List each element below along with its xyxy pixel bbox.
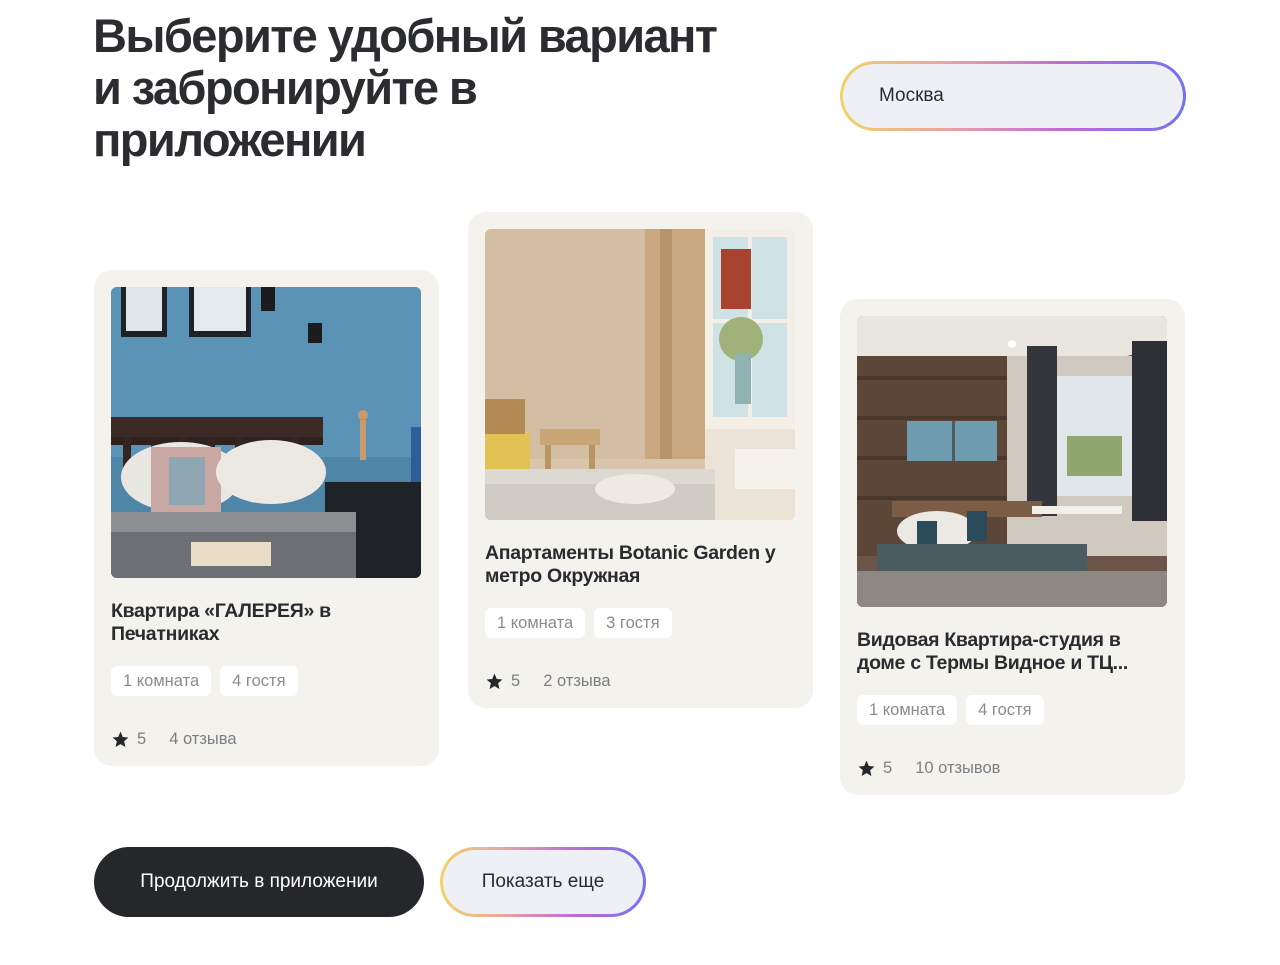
listing-card[interactable]: Апартаменты Botanic Garden у метро Окруж… <box>468 212 813 708</box>
rating-score: 5 <box>883 759 893 777</box>
city-selector-value: Москва <box>879 85 944 106</box>
listing-rating: 5 10 отзывов <box>857 759 1000 778</box>
listing-rating: 5 4 отзыва <box>111 730 237 749</box>
star-icon <box>486 673 503 690</box>
reviews-count[interactable]: 2 отзыва <box>543 672 610 691</box>
listing-title[interactable]: Квартира «ГАЛЕРЕЯ» в Печатниках <box>111 600 426 646</box>
star-icon <box>858 760 875 777</box>
star-icon <box>112 731 129 748</box>
rating-score: 5 <box>137 730 147 748</box>
rooms-tag: 1 комната <box>485 608 586 638</box>
listing-title[interactable]: Апартаменты Botanic Garden у метро Окруж… <box>485 542 800 588</box>
rooms-tag: 1 комната <box>111 666 212 696</box>
listing-card[interactable]: Видовая Квартира-студия в доме с Термы В… <box>840 299 1185 795</box>
show-more-label: Показать еще <box>481 871 605 892</box>
listing-tags: 1 комната 4 гостя <box>857 695 1044 725</box>
show-more-button[interactable]: Показать еще <box>440 847 646 917</box>
rooms-tag: 1 комната <box>857 695 958 725</box>
reviews-count[interactable]: 10 отзывов <box>915 759 1000 778</box>
listing-tags: 1 комната 4 гостя <box>111 666 298 696</box>
listing-title[interactable]: Видовая Квартира-студия в доме с Термы В… <box>857 629 1172 675</box>
reviews-count[interactable]: 4 отзыва <box>169 730 236 749</box>
page-title: Выберите удобный вариант и забронируйте … <box>93 9 718 166</box>
guests-tag: 4 гостя <box>220 666 298 696</box>
listing-photo[interactable] <box>111 287 421 578</box>
listing-card[interactable]: Квартира «ГАЛЕРЕЯ» в Печатниках 1 комнат… <box>94 270 439 766</box>
continue-in-app-button[interactable]: Продолжить в приложении <box>94 847 424 917</box>
guests-tag: 4 гостя <box>966 695 1044 725</box>
listing-photo[interactable] <box>485 229 795 520</box>
listing-photo[interactable] <box>857 316 1167 607</box>
listing-tags: 1 комната 3 гостя <box>485 608 672 638</box>
city-selector[interactable]: Москва <box>840 61 1186 131</box>
guests-tag: 3 гостя <box>594 608 672 638</box>
listing-rating: 5 2 отзыва <box>485 672 611 691</box>
rating-score: 5 <box>511 672 521 690</box>
